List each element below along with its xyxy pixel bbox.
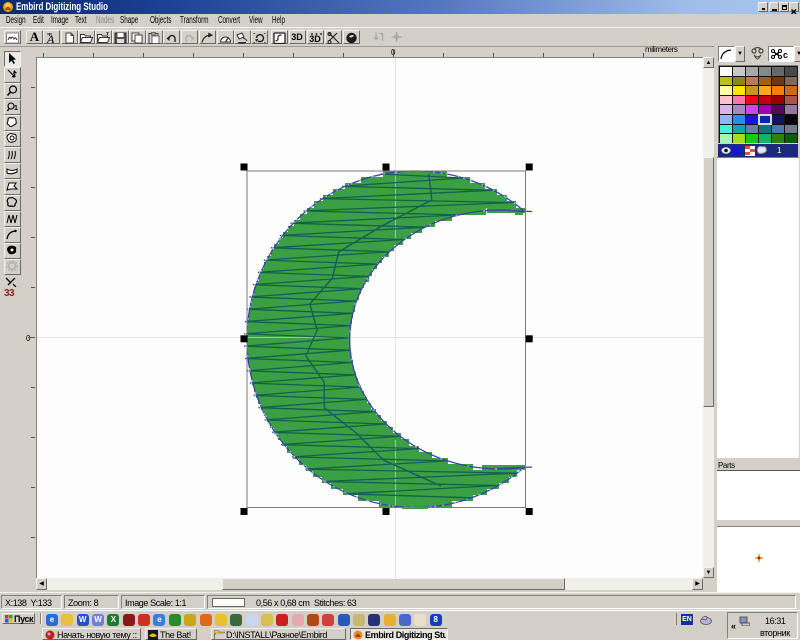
svg-text:1: 1: [14, 105, 18, 112]
svg-text:c: c: [783, 50, 788, 60]
